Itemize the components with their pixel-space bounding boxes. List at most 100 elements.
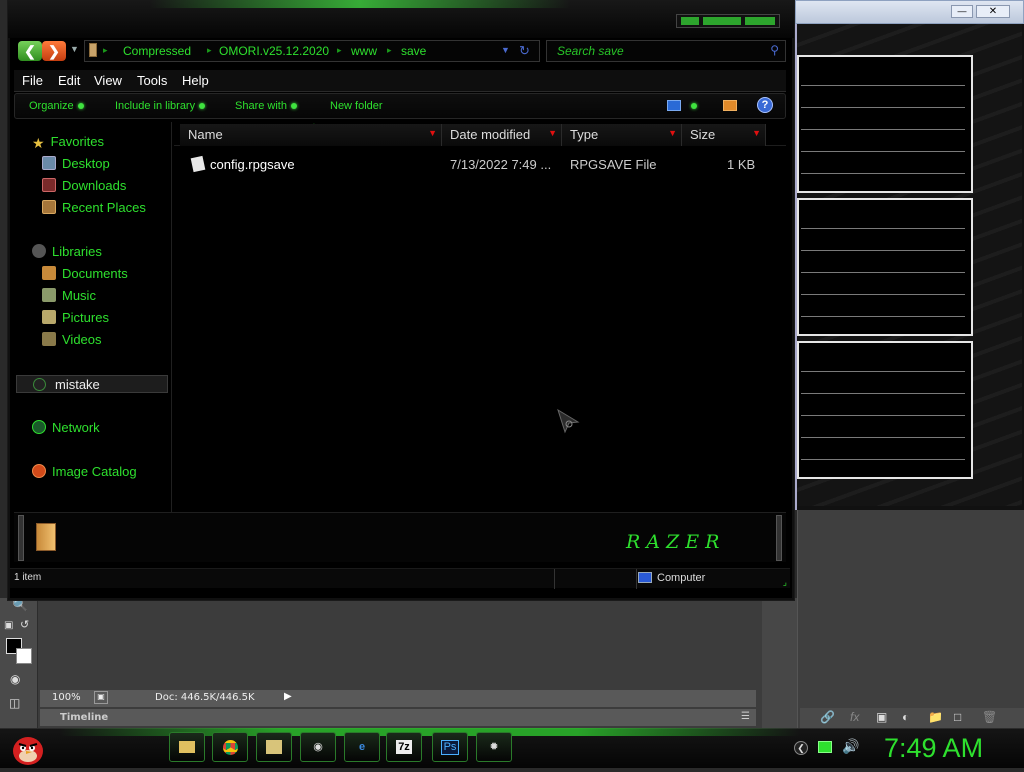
search-icon[interactable]: ⚲ [770,43,779,57]
titlebar-glow [150,0,570,8]
file-row[interactable]: config.rpgsave 7/13/2022 7:49 ... RPGSAV… [180,153,780,175]
group-folder-icon[interactable]: 📁 [928,710,943,724]
column-dropdown-icon[interactable]: ▼ [548,128,557,138]
menu-file[interactable]: File [22,73,43,88]
column-header-size[interactable]: Size ▼ [682,124,766,146]
nav-libraries[interactable]: Libraries [32,244,102,264]
taskbar-explorer[interactable] [256,732,292,762]
nav-image-catalog[interactable]: Image Catalog [32,464,137,484]
default-colors-icon[interactable]: ▣ [4,620,13,631]
address-bar[interactable]: ▸ Compressed ▸ OMORI.v25.12.2020 ▸ www ▸… [84,40,540,62]
mouse-cursor-icon [556,408,582,439]
taskbar-file-manager[interactable] [169,732,205,762]
nav-favorites[interactable]: ★ Favorites [32,134,104,154]
new-layer-icon[interactable]: □ [954,710,961,724]
photoshop-timeline-tab[interactable]: Timeline ☰ [40,709,756,726]
breadcrumb-item[interactable]: save [401,44,426,58]
preview-pane-icon[interactable] [723,100,737,111]
new-folder-button[interactable]: New folder [330,100,383,112]
minimize-icon[interactable]: — [951,5,973,18]
nav-documents[interactable]: Documents [42,266,128,286]
breadcrumb-separator[interactable]: ▸ [337,45,342,56]
breadcrumb-item[interactable]: OMORI.v25.12.2020 [219,44,329,58]
quick-mask-icon[interactable]: ◉ [10,672,20,686]
layer-mask-icon[interactable]: ▣ [876,710,887,724]
tray-arrow-icon[interactable]: ❮ [794,741,808,755]
minimize-button[interactable] [681,17,699,25]
status-menu-arrow-icon[interactable]: ▶ [284,691,292,702]
volume-icon[interactable]: 🔊 [842,738,859,755]
breadcrumb-separator[interactable]: ▸ [207,45,212,56]
nav-mistake-selected[interactable]: mistake [16,375,168,393]
nav-desktop[interactable]: Desktop [42,156,110,176]
taskbar-7zip[interactable]: 7z [386,732,422,762]
resize-grip-icon[interactable]: ⌟ [783,577,787,588]
column-label: Size [690,127,716,142]
delete-layer-icon[interactable]: 🗑 [982,710,997,724]
menu-view[interactable]: View [94,73,122,88]
zoom-level[interactable]: 100% [52,692,81,703]
network-tray-icon[interactable] [818,741,832,753]
organize-button[interactable]: Organize [29,100,84,112]
nav-network[interactable]: Network [32,420,100,440]
nav-recent-places[interactable]: Recent Places [42,200,146,220]
proof-icon[interactable]: ▣ [94,691,108,704]
photoshop-status-bar: 100% ▣ Doc: 446.5K/446.5K ▶ [40,690,756,707]
homegroup-icon [33,378,46,391]
taskbar-chrome[interactable] [212,732,248,762]
nav-downloads[interactable]: Downloads [42,178,126,198]
menu-tools[interactable]: Tools [137,73,167,88]
close-button[interactable] [745,17,775,25]
layers-panel-footer: 🔗 fx ▣ ◐ 📁 □ 🗑 [800,708,1024,728]
swap-colors-icon[interactable]: ↺ [20,618,29,631]
column-dropdown-icon[interactable]: ▼ [428,128,437,138]
column-dropdown-icon[interactable]: ▼ [752,128,761,138]
ie-icon: e [358,741,366,753]
nav-label: Downloads [62,178,127,193]
include-in-library-button[interactable]: Include in library [115,100,206,112]
nav-pictures[interactable]: Pictures [42,310,109,330]
breadcrumb-separator[interactable]: ▸ [387,45,392,56]
view-options-icon[interactable] [667,100,681,111]
view-dropdown-dot-icon[interactable] [691,103,697,109]
maximize-button[interactable] [703,17,741,25]
column-header-type[interactable]: Type ▼ [562,124,682,146]
address-history-dropdown-icon[interactable]: ▼ [501,45,510,55]
fx-icon[interactable]: fx [850,710,859,724]
breadcrumb-item[interactable]: Compressed [123,44,191,58]
adjustment-layer-icon[interactable]: ◐ [902,710,909,724]
nav-music[interactable]: Music [42,288,96,308]
taskbar-media[interactable]: ◉ [300,732,336,762]
menu-help[interactable]: Help [182,73,209,88]
close-icon[interactable]: ✕ [976,5,1010,18]
share-with-button[interactable]: Share with [235,100,297,112]
column-header-name[interactable]: Name ▼ [180,124,442,146]
search-input[interactable]: Search save ⚲ [546,40,786,62]
background-color-swatch[interactable] [16,648,32,664]
refresh-icon[interactable]: ↻ [519,43,530,59]
menu-edit[interactable]: Edit [58,73,80,88]
dropdown-dot-icon [199,103,206,110]
breadcrumb-item[interactable]: www [351,44,377,58]
nav-label: Pictures [62,310,109,325]
nav-videos[interactable]: Videos [42,332,102,352]
column-header-date[interactable]: Date modified ▼ [442,124,562,146]
clock[interactable]: 7:49 AM [884,733,983,764]
recent-pages-dropdown-icon[interactable]: ▼ [70,44,79,54]
panel-menu-icon[interactable]: ☰ [741,711,750,722]
link-layers-icon[interactable]: 🔗 [820,710,835,724]
taskbar-photoshop[interactable]: Ps [432,732,468,762]
start-button[interactable] [8,729,48,767]
screen-mode-icon[interactable]: ◫ [9,696,20,710]
nav-label: Videos [62,332,102,347]
back-button[interactable]: ❮ [18,41,42,61]
zoom-tool-icon[interactable]: 🔍 [12,598,28,613]
forward-button[interactable]: ❯ [42,41,66,61]
photoshop-layers-panel [797,510,1024,728]
taskbar-ie[interactable]: e [344,732,380,762]
help-icon[interactable]: ? [757,97,773,113]
taskbar-bug-app[interactable]: ✹ [476,732,512,762]
column-dropdown-icon[interactable]: ▼ [668,128,677,138]
bug-icon: ✹ [489,741,499,753]
breadcrumb-separator[interactable]: ▸ [103,45,108,56]
